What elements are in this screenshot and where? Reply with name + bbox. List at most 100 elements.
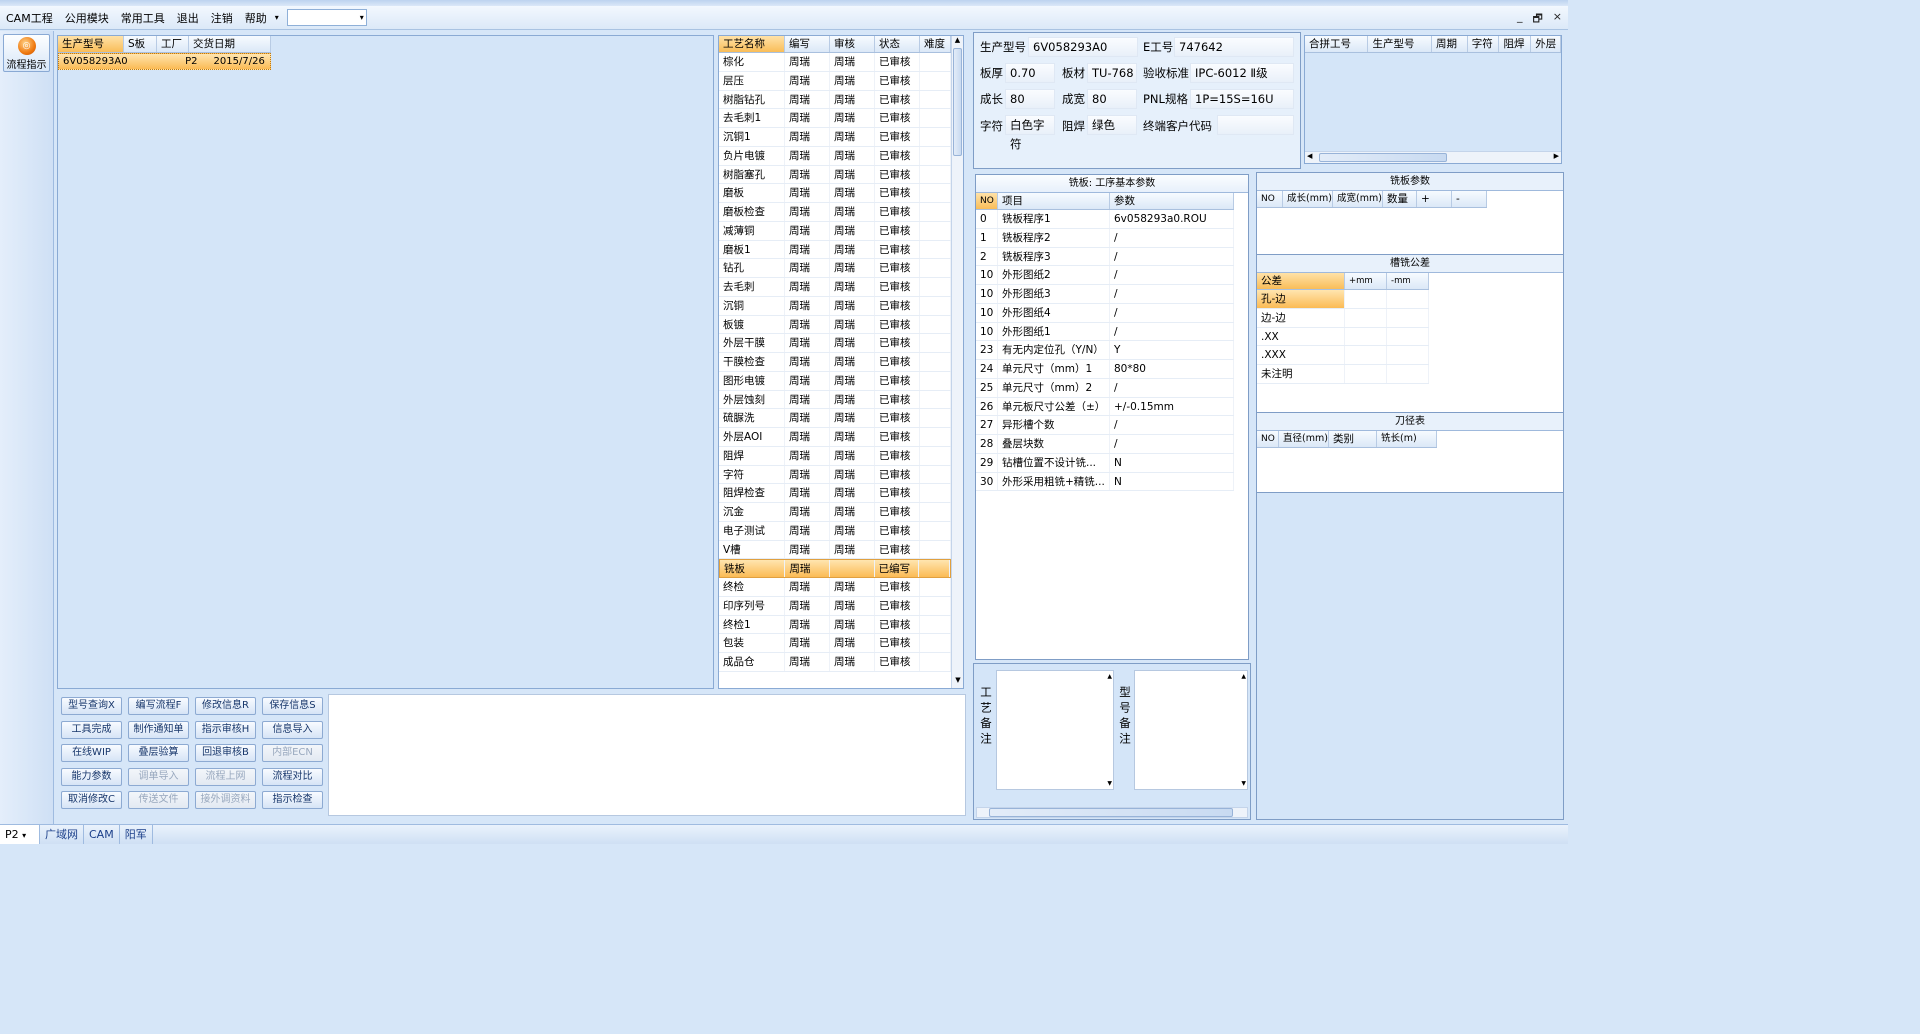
menu-combo[interactable]: ▾ bbox=[286, 9, 367, 26]
rollback-review-button[interactable]: 回退审核B bbox=[195, 744, 256, 762]
col-merge-mask[interactable]: 阻焊 bbox=[1499, 36, 1532, 52]
scroll-up-icon[interactable]: ▲ bbox=[1241, 673, 1246, 680]
col-item[interactable]: 项目 bbox=[998, 193, 1110, 209]
table-row[interactable]: 负片电镀 周瑞 周瑞 已审核 bbox=[719, 146, 951, 166]
tool-done-button[interactable]: 工具完成 bbox=[61, 720, 122, 739]
table-row[interactable]: 27 异形槽个数 / bbox=[976, 416, 1234, 435]
table-row[interactable]: 印序列号 周瑞 周瑞 已审核 bbox=[719, 596, 951, 616]
table-row[interactable]: 磨板1 周瑞 周瑞 已审核 bbox=[719, 240, 951, 260]
import-info-button[interactable]: 信息导入 bbox=[262, 720, 323, 739]
capability-button[interactable]: 能力参数 bbox=[61, 767, 122, 786]
col-merge-model[interactable]: 生产型号 bbox=[1368, 36, 1432, 52]
cell-tol-minus[interactable] bbox=[1387, 327, 1429, 346]
table-row[interactable]: 去毛刺 周瑞 周瑞 已审核 bbox=[719, 278, 951, 297]
flow-indicator-button[interactable]: ◎ 流程指示 bbox=[3, 34, 50, 72]
scroll-down-icon[interactable]: ▼ bbox=[952, 676, 963, 688]
table-row[interactable]: 包装 周瑞 周瑞 已审核 bbox=[719, 634, 951, 653]
menu-common-module[interactable]: 公用模块 bbox=[59, 10, 115, 26]
col-tol-plus[interactable]: +mm bbox=[1345, 273, 1387, 289]
table-row[interactable]: 24 单元尺寸（mm）1 80*80 bbox=[976, 360, 1234, 379]
minimize-icon[interactable]: _ bbox=[1517, 10, 1523, 29]
table-row[interactable]: V槽 周瑞 周瑞 已审核 bbox=[719, 540, 951, 560]
check-button[interactable]: 指示检查 bbox=[262, 791, 323, 809]
col-tool-type[interactable]: 类别 bbox=[1329, 431, 1377, 447]
table-row[interactable]: 阻焊 周瑞 周瑞 已审核 bbox=[719, 446, 951, 466]
scroll-left-icon[interactable]: ◀ bbox=[1307, 152, 1312, 160]
cell-tol-minus[interactable] bbox=[1387, 365, 1429, 383]
table-row[interactable]: 棕化 周瑞 周瑞 已审核 bbox=[719, 53, 951, 72]
hscroll-thumb[interactable] bbox=[989, 808, 1233, 817]
menu-logout[interactable]: 注销 bbox=[205, 10, 239, 26]
table-row[interactable]: 层压 周瑞 周瑞 已审核 bbox=[719, 71, 951, 91]
table-row[interactable]: .XX bbox=[1257, 327, 1429, 347]
scroll-down-icon[interactable]: ▼ bbox=[1107, 780, 1112, 787]
scroll-right-icon[interactable]: ▶ bbox=[1554, 152, 1559, 160]
table-row[interactable]: 0 铣板程序1 6v058293a0.ROU bbox=[976, 210, 1234, 229]
col-s[interactable]: S板 bbox=[124, 36, 157, 52]
col-due[interactable]: 交货日期 bbox=[189, 36, 271, 52]
table-row[interactable]: 沉铜1 周瑞 周瑞 已审核 bbox=[719, 128, 951, 147]
table-row[interactable]: 10 外形图纸1/ bbox=[976, 322, 1234, 342]
cell-tol-plus[interactable] bbox=[1345, 290, 1387, 308]
menu-help[interactable]: 帮助 bbox=[239, 10, 273, 26]
table-row[interactable]: 钻孔 周瑞 周瑞 已审核 bbox=[719, 259, 951, 278]
table-row[interactable]: 树脂钻孔 周瑞 周瑞 已审核 bbox=[719, 90, 951, 110]
cancel-edit-button[interactable]: 取消修改C bbox=[61, 791, 122, 809]
scroll-thumb[interactable] bbox=[953, 48, 962, 156]
menu-overflow-icon[interactable]: ▾ bbox=[273, 13, 281, 22]
col-mp-qty[interactable]: 数量 bbox=[1383, 191, 1417, 207]
col-merge-no[interactable]: 合拼工号 bbox=[1305, 36, 1369, 52]
table-row[interactable]: 成品仓 周瑞 周瑞 已审核 bbox=[719, 653, 951, 672]
make-notice-button[interactable]: 制作通知单 bbox=[128, 720, 189, 739]
table-row[interactable]: 外层蚀刻 周瑞 周瑞 已审核 bbox=[719, 390, 951, 410]
table-row[interactable]: .XXX bbox=[1257, 346, 1429, 365]
col-tool-len[interactable]: 铣长(m) bbox=[1377, 431, 1437, 447]
process-remark-input[interactable]: ▲ ▼ bbox=[996, 670, 1114, 790]
col-mp-minus[interactable]: - bbox=[1452, 191, 1487, 207]
online-wip-button[interactable]: 在线WIP bbox=[61, 744, 122, 762]
process-scrollbar[interactable]: ▲ ▼ bbox=[951, 36, 963, 688]
table-row[interactable]: 去毛刺1 周瑞 周瑞 已审核 bbox=[719, 109, 951, 128]
col-no[interactable]: NO bbox=[976, 193, 998, 209]
col-tool-no[interactable]: NO bbox=[1257, 431, 1279, 447]
table-row[interactable]: 板镀 周瑞 周瑞 已审核 bbox=[719, 315, 951, 335]
table-row[interactable]: 26 单元板尺寸公差（±） +/-0.15mm bbox=[976, 397, 1234, 417]
notes-area[interactable] bbox=[328, 694, 966, 816]
cell-tol-plus[interactable] bbox=[1345, 346, 1387, 364]
table-row[interactable]: 图形电镀 周瑞 周瑞 已审核 bbox=[719, 371, 951, 391]
table-row[interactable]: 磨板 周瑞 周瑞 已审核 bbox=[719, 184, 951, 203]
scroll-up-icon[interactable]: ▲ bbox=[1107, 673, 1112, 680]
model-query-button[interactable]: 型号查询X bbox=[61, 697, 122, 715]
table-row[interactable]: 1 铣板程序2/ bbox=[976, 228, 1234, 248]
table-row[interactable]: 磨板检查 周瑞 周瑞 已审核 bbox=[719, 203, 951, 222]
col-mp-plus[interactable]: + bbox=[1417, 191, 1452, 207]
hscroll-thumb[interactable] bbox=[1319, 153, 1447, 162]
table-row[interactable]: 外层干膜 周瑞 周瑞 已审核 bbox=[719, 334, 951, 353]
col-status[interactable]: 状态 bbox=[875, 36, 920, 52]
restore-icon[interactable]: 🗗 bbox=[1532, 10, 1542, 29]
merge-hscroll[interactable]: ◀ ▶ bbox=[1305, 151, 1561, 163]
col-factory[interactable]: 工厂 bbox=[157, 36, 189, 52]
table-row[interactable]: 29 钻槽位置不设计铣... N bbox=[976, 453, 1234, 473]
table-row[interactable]: 终检1 周瑞 周瑞 已审核 bbox=[719, 615, 951, 635]
modify-info-button[interactable]: 修改信息R bbox=[195, 697, 256, 715]
save-info-button[interactable]: 保存信息S bbox=[262, 697, 323, 715]
table-row[interactable]: 未注明 bbox=[1257, 365, 1429, 384]
col-mp-no[interactable]: NO bbox=[1257, 191, 1283, 207]
table-row[interactable]: 6V058293A0 P2 2015/7/26 bbox=[58, 53, 271, 70]
col-tool-dia[interactable]: 直径(mm) bbox=[1279, 431, 1329, 447]
table-row[interactable]: 边-边 bbox=[1257, 308, 1429, 328]
cell-tol-plus[interactable] bbox=[1345, 327, 1387, 346]
col-reviewer[interactable]: 审核 bbox=[830, 36, 875, 52]
table-row[interactable]: 减薄铜 周瑞 周瑞 已审核 bbox=[719, 221, 951, 241]
cell-tol-minus[interactable] bbox=[1387, 308, 1429, 327]
cell-tol-plus[interactable] bbox=[1345, 308, 1387, 327]
table-row[interactable]: 外层AOI 周瑞 周瑞 已审核 bbox=[719, 428, 951, 447]
table-row[interactable]: 23 有无内定位孔（Y/N） Y bbox=[976, 341, 1234, 360]
close-icon[interactable]: × bbox=[1553, 10, 1562, 29]
table-row[interactable]: 终检 周瑞 周瑞 已审核 bbox=[719, 578, 951, 597]
model-remark-input[interactable]: ▲ ▼ bbox=[1134, 670, 1248, 790]
col-merge-outer[interactable]: 外层 bbox=[1531, 36, 1561, 52]
flow-compare-button[interactable]: 流程对比 bbox=[262, 767, 323, 786]
table-row[interactable]: 阻焊检查 周瑞 周瑞 已审核 bbox=[719, 484, 951, 503]
